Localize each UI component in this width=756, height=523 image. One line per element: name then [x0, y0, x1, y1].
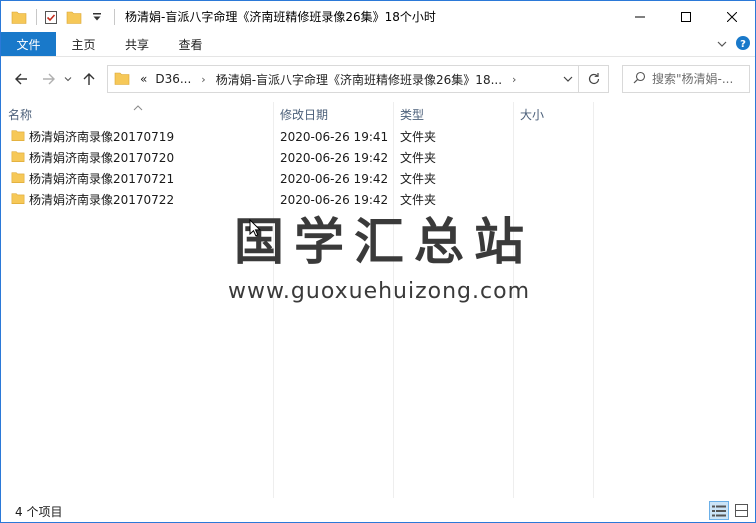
toolbar-separator	[114, 8, 115, 25]
ribbon-controls: ?	[717, 32, 751, 57]
file-name: 杨清娟济南录像20170719	[29, 130, 175, 144]
quick-access-toolbar	[1, 1, 119, 32]
expand-ribbon-icon[interactable]	[717, 38, 727, 52]
close-button[interactable]	[709, 1, 755, 32]
window-controls	[617, 1, 755, 32]
maximize-button[interactable]	[663, 1, 709, 32]
item-count: 4 个项目	[15, 504, 63, 519]
tab-file[interactable]: 文件	[1, 32, 56, 56]
file-type: 文件夹	[400, 193, 437, 207]
file-name-cell: 杨清娟济南录像20170720	[11, 147, 174, 168]
recent-locations-icon[interactable]	[61, 67, 75, 91]
search-input[interactable]	[652, 72, 747, 86]
file-name-cell: 杨清娟济南录像20170722	[11, 189, 174, 210]
large-icons-view-icon[interactable]	[731, 501, 751, 520]
breadcrumb-overflow[interactable]: «	[134, 72, 151, 86]
file-name: 杨清娟济南录像20170721	[29, 172, 175, 186]
folder-icon	[11, 170, 25, 187]
file-type: 文件夹	[400, 130, 437, 144]
address-dropdown-icon[interactable]	[562, 71, 574, 90]
file-row[interactable]: 杨清娟济南录像20170721 2020-06-26 19:42 文件夹	[7, 168, 597, 189]
breadcrumb-chevron-icon[interactable]: ›	[195, 73, 211, 86]
window-title: 杨清娟-盲派八字命理《济南班精修班录像26集》18个小时	[125, 10, 436, 24]
file-row[interactable]: 杨清娟济南录像20170720 2020-06-26 19:42 文件夹	[7, 147, 597, 168]
file-type: 文件夹	[400, 172, 437, 186]
folder-icon	[114, 70, 130, 89]
toolbar-separator	[36, 8, 37, 25]
search-box[interactable]	[622, 65, 750, 93]
svg-text:?: ?	[740, 39, 746, 50]
view-switcher	[709, 501, 751, 520]
column-header-date[interactable]: 修改日期	[273, 102, 393, 126]
file-date: 2020-06-26 19:42	[280, 150, 389, 165]
file-name: 杨清娟济南录像20170720	[29, 151, 175, 165]
search-icon	[633, 71, 646, 87]
file-row[interactable]: 杨清娟济南录像20170719 2020-06-26 19:41 文件夹	[7, 126, 597, 147]
column-header-name[interactable]: 名称	[1, 102, 273, 126]
forward-arrow-icon[interactable]	[37, 67, 61, 91]
mouse-cursor-icon	[249, 218, 262, 240]
properties-icon[interactable]	[41, 7, 61, 27]
file-date: 2020-06-26 19:41	[280, 129, 389, 144]
navigation-bar: « D36... › 杨清娟-盲派八字命理《济南班精修班录像26集》18... …	[1, 58, 755, 100]
breadcrumb-segment[interactable]: D36...	[151, 72, 195, 86]
help-icon[interactable]: ?	[735, 35, 751, 54]
folder-icon	[11, 149, 25, 166]
tab-share[interactable]: 共享	[111, 32, 163, 56]
folder-icon	[11, 128, 25, 145]
watermark-brand: 国学汇总站	[234, 213, 534, 271]
file-name: 杨清娟济南录像20170722	[29, 193, 175, 207]
file-name-cell: 杨清娟济南录像20170721	[11, 168, 174, 189]
file-type: 文件夹	[400, 151, 437, 165]
ribbon-tabs: 文件 主页 共享 查看 ?	[1, 32, 755, 57]
file-row[interactable]: 杨清娟济南录像20170722 2020-06-26 19:42 文件夹	[7, 189, 597, 210]
column-header-size[interactable]: 大小	[513, 102, 593, 126]
customize-toolbar-icon[interactable]	[87, 7, 107, 27]
up-arrow-icon[interactable]	[77, 67, 101, 91]
folder-icon	[11, 191, 25, 208]
file-date: 2020-06-26 19:42	[280, 192, 389, 207]
breadcrumb-chevron-icon[interactable]: ›	[506, 73, 522, 86]
tab-home[interactable]: 主页	[56, 32, 111, 56]
folder-icon	[9, 7, 29, 27]
back-arrow-icon[interactable]	[9, 67, 33, 91]
explorer-window: 杨清娟-盲派八字命理《济南班精修班录像26集》18个小时 文件 主页 共享 查看…	[0, 0, 756, 523]
refresh-button[interactable]	[579, 65, 609, 93]
address-bar[interactable]: « D36... › 杨清娟-盲派八字命理《济南班精修班录像26集》18... …	[107, 65, 579, 93]
column-header-type[interactable]: 类型	[393, 102, 513, 126]
watermark: 国学汇总站 www.guoxuehuizong.com	[1, 211, 756, 307]
minimize-button[interactable]	[617, 1, 663, 32]
details-view-icon[interactable]	[709, 501, 729, 520]
status-bar: 4 个项目	[1, 500, 755, 522]
new-folder-icon[interactable]	[64, 7, 84, 27]
watermark-url: www.guoxuehuizong.com	[227, 279, 531, 304]
breadcrumb-segment[interactable]: 杨清娟-盲派八字命理《济南班精修班录像26集》18...	[212, 71, 506, 88]
file-name-cell: 杨清娟济南录像20170719	[11, 126, 174, 147]
tab-view[interactable]: 查看	[163, 32, 218, 56]
title-bar: 杨清娟-盲派八字命理《济南班精修班录像26集》18个小时	[1, 1, 755, 32]
file-date: 2020-06-26 19:42	[280, 171, 389, 186]
